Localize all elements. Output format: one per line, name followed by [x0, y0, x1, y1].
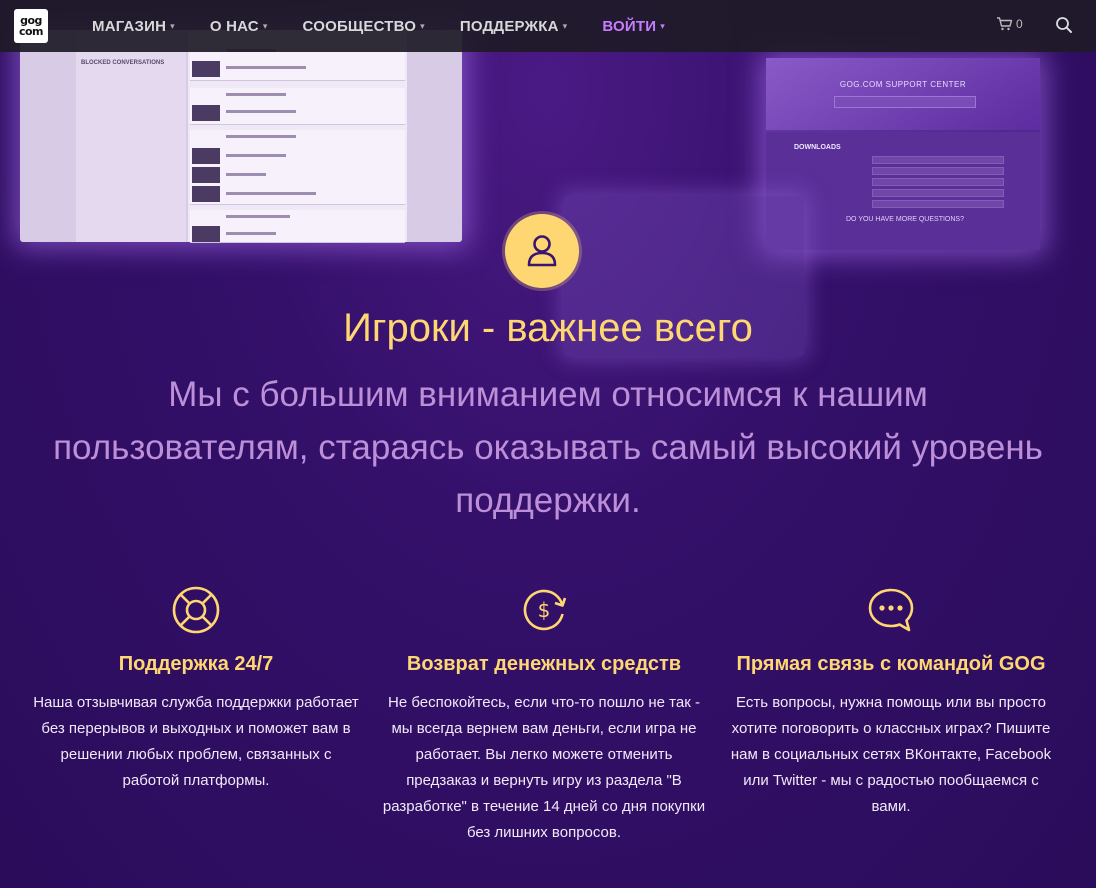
- screenshot-order: [190, 210, 405, 243]
- background-screenshot-orders: BLOCKED CONVERSATIONS: [20, 30, 462, 243]
- screenshot-line: [872, 200, 1004, 208]
- lifebuoy-icon: [172, 586, 220, 634]
- screenshot-line: [872, 178, 1004, 186]
- feature-contact: Прямая связь с командой GOG Есть вопросы…: [726, 584, 1056, 820]
- feature-title: Возврат денежных средств: [406, 653, 682, 675]
- gog-logo[interactable]: gog com: [14, 9, 48, 43]
- screenshot-thumb: [192, 167, 220, 183]
- feature-title: Поддержка 24/7: [118, 653, 274, 675]
- nav-item-support[interactable]: ПОДДЕРЖКА ▾: [460, 18, 568, 35]
- screenshot-orders-list: [188, 30, 407, 243]
- nav-item-label: ПОДДЕРЖКА: [459, 17, 559, 35]
- feature-text: Наша отзывчивая служба поддержки работае…: [33, 694, 359, 789]
- screenshot-line: [226, 192, 316, 195]
- screenshot-line: [226, 135, 296, 138]
- screenshot-title: GOG.COM SUPPORT CENTER: [839, 80, 967, 89]
- nav-item-login[interactable]: ВОЙТИ ▾: [602, 18, 665, 35]
- chevron-down-icon: ▾: [420, 20, 425, 31]
- screenshot-thumb: [192, 105, 220, 121]
- money-back-icon: $: [523, 589, 567, 631]
- chevron-down-icon: ▾: [262, 20, 268, 31]
- search-button[interactable]: [1055, 16, 1073, 39]
- chevron-down-icon: ▾: [170, 20, 175, 31]
- hero-subtitle: Мы с большим вниманием относимся к нашим…: [53, 375, 1043, 520]
- screenshot-line: [226, 173, 266, 176]
- screenshot-section-title: DOWNLOADS: [794, 144, 841, 151]
- screenshot-thumb: [192, 226, 220, 242]
- screenshot-search-bar: [834, 96, 976, 108]
- chevron-down-icon: ▾: [562, 20, 568, 31]
- search-icon: [1056, 17, 1072, 33]
- screenshot-thumb: [192, 148, 220, 164]
- cart-button[interactable]: 0: [996, 16, 1023, 31]
- screenshot-line: [226, 66, 306, 69]
- nav-item-store[interactable]: МАГАЗИН ▾: [92, 18, 175, 35]
- screenshot-sidebar-item: BLOCKED CONVERSATIONS: [81, 60, 165, 66]
- screenshot-line: [226, 154, 286, 157]
- feature-refund: $ Возврат денежных средств Не беспокойте…: [379, 584, 709, 846]
- svg-text:$: $: [538, 598, 551, 622]
- nav-item-label: ВОЙТИ: [602, 17, 657, 35]
- main-nav: МАГАЗИН ▾ О НАС ▾ СООБЩЕСТВО ▾ ПОДДЕРЖКА…: [92, 0, 700, 52]
- nav-item-label: СООБЩЕСТВО: [302, 17, 417, 35]
- nav-item-label: О НАС: [209, 17, 259, 35]
- screenshot-header: [766, 58, 1040, 130]
- nav-item-label: МАГАЗИН: [92, 17, 167, 35]
- screenshot-line: [872, 189, 1004, 197]
- screenshot-thumb: [192, 61, 220, 77]
- screenshot-line: [226, 232, 276, 235]
- chat-bubble-icon: [868, 588, 914, 632]
- background-screenshot-support-center: GOG.COM SUPPORT CENTER DOWNLOADS DO YOU …: [766, 58, 1040, 250]
- chevron-down-icon: ▾: [660, 20, 665, 31]
- nav-item-about[interactable]: О НАС ▾: [210, 18, 268, 35]
- feature-text: Есть вопросы, нужна помощь или вы просто…: [730, 694, 1052, 815]
- feature-support: Поддержка 24/7 Наша отзывчивая служба по…: [31, 584, 361, 794]
- logo-line-2: com: [18, 25, 44, 38]
- top-navigation-bar: gog com МАГАЗИН ▾ О НАС ▾ СООБЩЕСТВО ▾ П…: [0, 0, 1096, 52]
- hero-title: Игроки - важнее всего: [343, 306, 753, 350]
- user-icon: [505, 214, 579, 288]
- screenshot-line: [872, 167, 1004, 175]
- nav-item-community[interactable]: СООБЩЕСТВО ▾: [303, 18, 425, 35]
- cart-count: 0: [1016, 16, 1023, 31]
- screenshot-line: [226, 110, 296, 113]
- screenshot-line: [226, 215, 290, 218]
- screenshot-line: [872, 156, 1004, 164]
- screenshot-order: [190, 88, 405, 125]
- screenshot-thumb: [192, 186, 220, 202]
- screenshot-line: [226, 93, 286, 96]
- feature-text: Не беспокойтесь, если что-то пошло не та…: [382, 694, 706, 841]
- screenshot-order: [190, 130, 405, 205]
- cart-icon: [997, 17, 1013, 31]
- screenshot-question: DO YOU HAVE MORE QUESTIONS?: [846, 216, 964, 223]
- feature-title: Прямая связь с командой GOG: [736, 653, 1046, 675]
